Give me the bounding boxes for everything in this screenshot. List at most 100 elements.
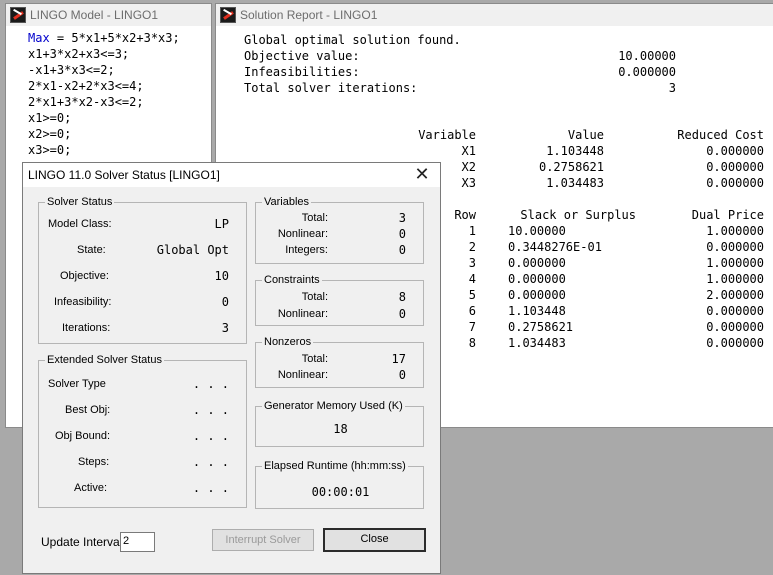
- extended-solver-status-group: Extended Solver Status Solver Type . . .…: [38, 353, 247, 508]
- infeasibility-label: Infeasibility:: [54, 296, 112, 308]
- rows-header-slack: Slack or Surplus: [520, 208, 636, 222]
- variable-name: X1: [461, 144, 476, 158]
- generator-memory-group: Generator Memory Used (K) 18: [255, 399, 424, 447]
- row-dual-price: 1.000000: [706, 224, 764, 238]
- model-class-label: Model Class:: [48, 218, 112, 230]
- best-obj-label: Best Obj:: [65, 404, 111, 416]
- variable-reduced-cost: 0.000000: [706, 144, 764, 158]
- variables-integers-label: Integers:: [285, 244, 328, 256]
- lingo-app-icon: [10, 7, 26, 23]
- constraints-nonlinear-label: Nonlinear:: [277, 308, 328, 320]
- state-value: Global Opt: [156, 243, 229, 257]
- model-code-line[interactable]: x1+3*x2+x3<=3;: [28, 46, 129, 62]
- solver-status-dialog[interactable]: LINGO 11.0 Solver Status [LINGO1] ✕ Solv…: [22, 162, 441, 574]
- nonzeros-nonlinear-value: 0: [398, 368, 406, 382]
- row-slack: 1.103448: [508, 304, 566, 318]
- constraints-total-value: 8: [398, 290, 406, 304]
- model-window-titlebar[interactable]: LINGO Model - LINGO1: [6, 4, 211, 26]
- dialog-title: LINGO 11.0 Solver Status [LINGO1]: [28, 168, 220, 182]
- rows-header-dual-price: Dual Price: [691, 208, 764, 222]
- infeasibility-value: 0: [221, 295, 229, 309]
- dialog-titlebar[interactable]: LINGO 11.0 Solver Status [LINGO1] ✕: [23, 163, 440, 187]
- variables-total-value: 3: [398, 211, 406, 225]
- model-class-value: LP: [214, 217, 229, 231]
- nonzeros-nonlinear-label: Nonlinear:: [277, 369, 328, 381]
- best-obj-value: . . .: [192, 403, 229, 417]
- iterations-value: 3: [221, 321, 229, 335]
- row-slack: 1.034483: [508, 336, 566, 350]
- row-slack: 0.2758621: [508, 320, 574, 334]
- row-slack: 0.3448276E-01: [508, 240, 602, 254]
- variables-header-variable: Variable: [418, 128, 476, 142]
- variables-total-label: Total:: [301, 212, 328, 224]
- variable-value: 0.2758621: [538, 160, 604, 174]
- summary-label: Infeasibilities:: [244, 65, 360, 79]
- obj-bound-label: Obj Bound:: [55, 430, 111, 442]
- steps-label: Steps:: [78, 456, 110, 468]
- constraints-total-label: Total:: [301, 291, 328, 303]
- iterations-label: Iterations:: [62, 322, 111, 334]
- model-window-title: LINGO Model - LINGO1: [30, 8, 159, 22]
- row-dual-price: 1.000000: [706, 256, 764, 270]
- constraints-group: Constraints Total: 8 Nonlinear: 0: [255, 273, 424, 326]
- variable-value: 1.103448: [546, 144, 604, 158]
- code-keyword: Max: [28, 31, 50, 45]
- model-code-line[interactable]: -x1+3*x3<=2;: [28, 62, 115, 78]
- variables-nonlinear-label: Nonlinear:: [277, 228, 328, 240]
- objective-label: Objective:: [60, 270, 109, 282]
- row-dual-price: 0.000000: [706, 240, 764, 254]
- variable-reduced-cost: 0.000000: [706, 160, 764, 174]
- row-slack: 0.000000: [508, 256, 566, 270]
- obj-bound-value: . . .: [192, 429, 229, 443]
- variables-nonlinear-value: 0: [398, 227, 406, 241]
- objective-value: 10: [214, 269, 229, 283]
- row-dual-price: 0.000000: [706, 320, 764, 334]
- model-code-line[interactable]: x1>=0;: [28, 110, 71, 126]
- summary-label: Objective value:: [244, 49, 360, 63]
- interrupt-solver-button[interactable]: Interrupt Solver: [212, 529, 314, 551]
- generator-memory-legend: Generator Memory Used (K): [262, 399, 405, 413]
- generator-memory-value: 18: [333, 422, 348, 436]
- row-slack: 10.00000: [508, 224, 566, 238]
- nonzeros-legend: Nonzeros: [262, 335, 314, 349]
- elapsed-runtime-legend: Elapsed Runtime (hh:mm:ss): [262, 459, 408, 473]
- update-interval-input[interactable]: 2: [120, 532, 155, 552]
- model-code-line[interactable]: x3>=0;: [28, 142, 71, 158]
- close-button[interactable]: Close: [323, 528, 426, 552]
- nonzeros-group: Nonzeros Total: 17 Nonlinear: 0: [255, 335, 424, 388]
- code-text: = 5*x1+5*x2+3*x3;: [49, 31, 180, 45]
- constraints-nonlinear-value: 0: [398, 307, 406, 321]
- row-dual-price: 1.000000: [706, 272, 764, 286]
- steps-value: . . .: [192, 455, 229, 469]
- row-slack: 0.000000: [508, 272, 566, 286]
- summary-value: 0.000000: [618, 65, 676, 79]
- variables-header-value: Value: [567, 128, 604, 142]
- close-icon[interactable]: ✕: [412, 164, 432, 186]
- row-dual-price: 2.000000: [706, 288, 764, 302]
- variable-value: 1.034483: [546, 176, 604, 190]
- report-window-titlebar[interactable]: Solution Report - LINGO1: [216, 4, 773, 26]
- row-dual-price: 0.000000: [706, 336, 764, 350]
- solver-status-group: Solver Status Model Class: LP State: Glo…: [38, 195, 247, 344]
- state-label: State:: [77, 244, 106, 256]
- solver-status-legend: Solver Status: [45, 195, 115, 209]
- summary-label: Total solver iterations:: [244, 81, 418, 95]
- nonzeros-total-value: 17: [391, 352, 406, 366]
- active-label: Active:: [74, 482, 108, 494]
- model-code-line[interactable]: 2*x1-x2+2*x3<=4;: [28, 78, 144, 94]
- report-window-title: Solution Report - LINGO1: [240, 8, 378, 22]
- lingo-app-icon: [220, 7, 236, 23]
- nonzeros-total-label: Total:: [301, 353, 328, 365]
- variables-legend: Variables: [262, 195, 312, 209]
- model-code-line-1[interactable]: Max = 5*x1+5*x2+3*x3;: [28, 30, 180, 46]
- row-slack: 0.000000: [508, 288, 566, 302]
- extended-status-legend: Extended Solver Status: [45, 353, 164, 367]
- solver-type-label: Solver Type: [48, 378, 106, 390]
- summary-value: 10.00000: [618, 49, 676, 63]
- model-code-line[interactable]: x2>=0;: [28, 126, 71, 142]
- model-code-line[interactable]: 2*x1+3*x2-x3<=2;: [28, 94, 144, 110]
- summary-value: 3: [668, 81, 676, 95]
- variable-reduced-cost: 0.000000: [706, 176, 764, 190]
- solver-type-value: . . .: [192, 377, 229, 391]
- report-header-line: Global optimal solution found.: [244, 33, 461, 47]
